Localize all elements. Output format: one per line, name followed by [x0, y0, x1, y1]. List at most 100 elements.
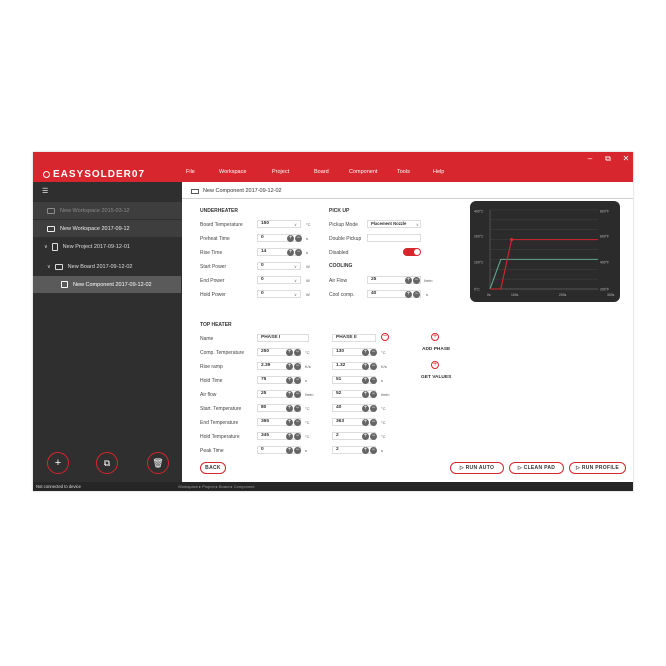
- unit: °C: [381, 350, 386, 355]
- minus-icon[interactable]: −: [370, 376, 377, 384]
- tree-item-component[interactable]: New Component 2017-09-12-02: [33, 276, 181, 293]
- chevron-down-icon[interactable]: ∨: [416, 222, 419, 227]
- get-values-button[interactable]: GET VALUES: [421, 375, 451, 380]
- y-left-tick-label: 0°C: [474, 288, 480, 292]
- plus-icon[interactable]: +: [286, 376, 293, 384]
- plus-icon[interactable]: +: [405, 290, 412, 298]
- plus-icon[interactable]: +: [286, 348, 293, 356]
- minus-icon[interactable]: −: [294, 404, 301, 412]
- minus-icon[interactable]: −: [294, 348, 301, 356]
- tree-item-label: New Project 2017-09-12-01: [62, 243, 130, 250]
- menu-component[interactable]: Component: [349, 169, 377, 175]
- label-hold-power: Hold Power: [200, 292, 226, 298]
- get-values-icon[interactable]: +: [431, 361, 439, 369]
- plus-icon[interactable]: +: [286, 418, 293, 426]
- plus-icon[interactable]: +: [362, 390, 369, 398]
- minus-icon[interactable]: −: [413, 290, 420, 298]
- delete-button[interactable]: 🗑: [147, 452, 169, 474]
- pickup-mode-select[interactable]: Placement Nozzle: [367, 220, 421, 228]
- menu-tools[interactable]: Tools: [397, 169, 410, 175]
- tab-component[interactable]: New Component 2017-09-12-02: [191, 188, 282, 194]
- minus-icon[interactable]: −: [294, 446, 301, 454]
- minus-icon[interactable]: −: [294, 376, 301, 384]
- menu-board[interactable]: Board: [314, 169, 329, 175]
- plus-icon[interactable]: +: [362, 446, 369, 454]
- double-pickup-field[interactable]: [367, 234, 421, 242]
- top-heater-row-label: Hold Temperature: [200, 434, 240, 440]
- clean-pad-button[interactable]: ▷ CLEAN PAD: [509, 462, 564, 474]
- chevron-down-icon[interactable]: ∨: [44, 244, 48, 250]
- tree-item-workspace-1[interactable]: New Workspace 2015-03-12: [33, 202, 182, 219]
- phase2-name-field[interactable]: PHASE II: [332, 334, 376, 342]
- underheater-heading: UNDERHEATER: [200, 208, 238, 214]
- menu-icon[interactable]: ☰: [42, 187, 48, 195]
- tree-item-project[interactable]: ∨ New Project 2017-09-12-01: [33, 238, 182, 255]
- logo-ring-icon: [43, 170, 50, 178]
- close-button[interactable]: ✕: [619, 153, 633, 164]
- chevron-down-icon[interactable]: ∨: [294, 292, 297, 297]
- plus-icon[interactable]: +: [362, 432, 369, 440]
- temperature-profile-chart: 400°C 200°C 100°C 0°C 800°F 600°F 400°F 200°F 0s…: [470, 201, 620, 302]
- menu-file[interactable]: File: [186, 169, 195, 175]
- minus-icon[interactable]: −: [370, 418, 377, 426]
- plus-icon[interactable]: +: [405, 276, 412, 284]
- plus-icon[interactable]: +: [362, 404, 369, 412]
- menu-help[interactable]: Help: [433, 169, 444, 175]
- minus-icon[interactable]: −: [413, 276, 420, 284]
- minus-icon[interactable]: −: [370, 348, 377, 356]
- disabled-toggle[interactable]: [403, 248, 421, 256]
- minus-icon[interactable]: −: [370, 446, 377, 454]
- plus-icon[interactable]: +: [286, 390, 293, 398]
- x-tick-label: 100s: [511, 293, 519, 297]
- back-button[interactable]: BACK: [200, 462, 226, 474]
- label-rise-time: Rise Time: [200, 250, 223, 256]
- chevron-down-icon[interactable]: ∨: [47, 264, 51, 270]
- label-double-pickup: Double Pickup: [329, 236, 362, 242]
- copy-button[interactable]: ⧉: [96, 452, 118, 474]
- plus-icon[interactable]: +: [362, 348, 369, 356]
- plus-icon[interactable]: +: [286, 446, 293, 454]
- run-profile-button[interactable]: ▷ RUN PROFILE: [569, 462, 626, 474]
- unit: °C: [381, 406, 386, 411]
- chevron-down-icon[interactable]: ∨: [294, 278, 297, 283]
- plus-icon[interactable]: +: [286, 404, 293, 412]
- plus-icon[interactable]: +: [286, 362, 293, 370]
- minus-icon[interactable]: −: [294, 432, 301, 440]
- tree-item-workspace-2[interactable]: New Workspace 2017-09-12: [33, 220, 182, 237]
- minimize-button[interactable]: –: [583, 153, 597, 164]
- plus-icon[interactable]: +: [362, 418, 369, 426]
- minus-icon[interactable]: −: [294, 362, 301, 370]
- main-panel: New Component 2017-09-12-02 UNDERHEATER …: [182, 182, 633, 482]
- minus-icon[interactable]: −: [294, 390, 301, 398]
- remove-phase-button[interactable]: −: [381, 333, 389, 341]
- plus-icon[interactable]: +: [362, 376, 369, 384]
- top-heater-row-label: Hold Time: [200, 378, 223, 384]
- label-name: Name: [200, 336, 214, 342]
- minus-icon[interactable]: −: [294, 418, 301, 426]
- tree-item-board[interactable]: ∨ New Board 2017-09-12-02: [33, 258, 182, 275]
- plus-icon[interactable]: +: [287, 234, 294, 242]
- run-auto-button[interactable]: ▷ RUN AUTO: [450, 462, 504, 474]
- top-heater-row-label: End Temperature: [200, 420, 239, 426]
- minus-icon[interactable]: −: [295, 234, 302, 242]
- add-phase-button[interactable]: ADD PHASE: [422, 347, 450, 352]
- minus-icon[interactable]: −: [370, 432, 377, 440]
- project-icon: [51, 242, 58, 251]
- plus-icon[interactable]: +: [362, 362, 369, 370]
- plus-icon[interactable]: +: [286, 432, 293, 440]
- minus-icon[interactable]: −: [370, 362, 377, 370]
- chevron-down-icon[interactable]: ∨: [294, 222, 297, 227]
- chevron-down-icon[interactable]: ∨: [294, 264, 297, 269]
- add-phase-icon[interactable]: +: [431, 333, 439, 341]
- plus-icon[interactable]: +: [287, 248, 294, 256]
- minus-icon[interactable]: −: [370, 404, 377, 412]
- menu-workspace[interactable]: Workspace: [219, 169, 246, 175]
- status-bar: Not connected to device Workspace ▸ Proj…: [33, 482, 633, 491]
- minus-icon[interactable]: −: [295, 248, 302, 256]
- maximize-button[interactable]: ⧉: [601, 153, 615, 164]
- add-button[interactable]: +: [47, 452, 69, 474]
- minus-icon[interactable]: −: [370, 390, 377, 398]
- menu-project[interactable]: Project: [272, 169, 289, 175]
- tab-title: New Component 2017-09-12-02: [203, 188, 282, 194]
- phase1-name-field[interactable]: PHASE I: [257, 334, 309, 342]
